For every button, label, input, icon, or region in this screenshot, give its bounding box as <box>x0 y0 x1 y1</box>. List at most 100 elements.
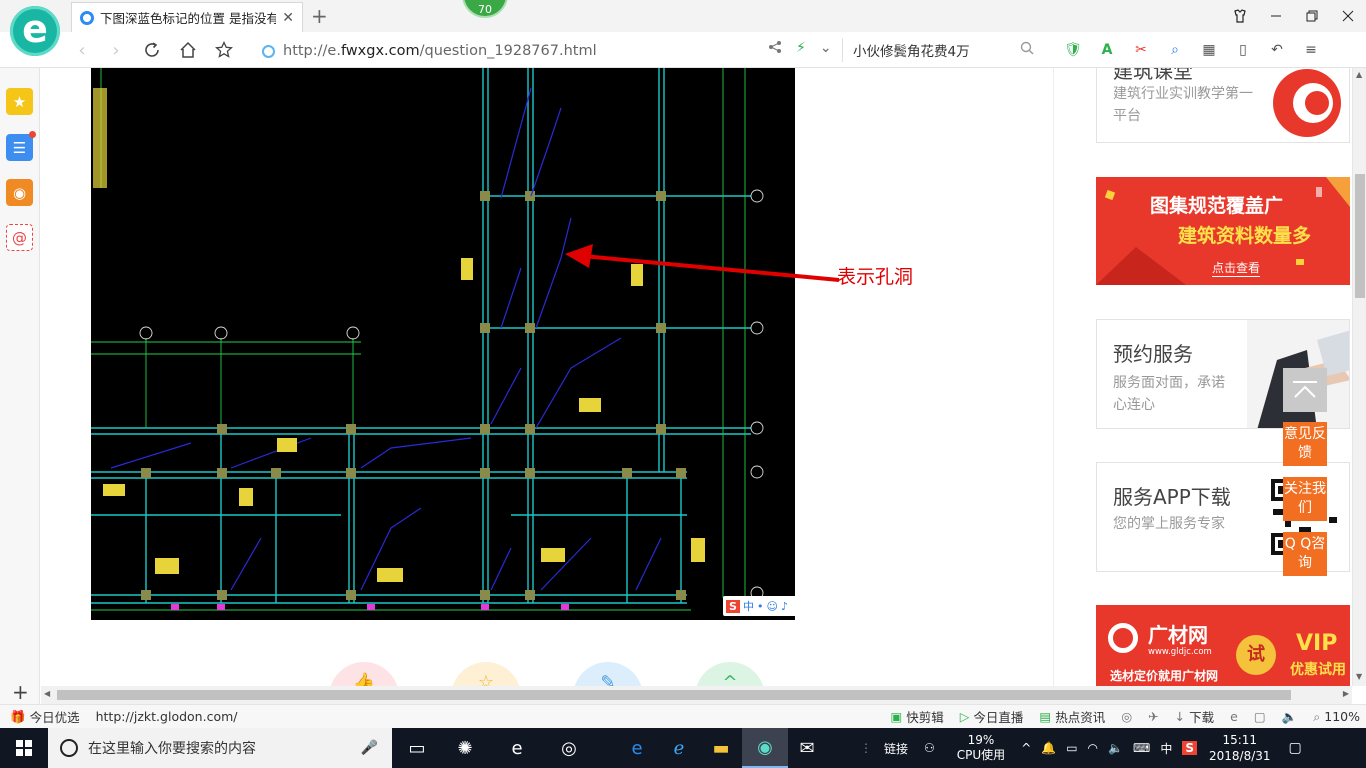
keyboard-icon[interactable]: ⌨ <box>1133 741 1150 755</box>
new-tab-button[interactable]: + <box>311 4 328 28</box>
collect-button[interactable]: ☆ <box>451 662 521 686</box>
like-button[interactable]: 👍 <box>329 662 399 686</box>
menu-icon[interactable]: ≡ <box>1300 39 1322 61</box>
ad-banner-standards[interactable]: 图集规范覆盖广 建筑资料数量多 点击查看 <box>1096 177 1350 285</box>
people-icon[interactable]: ⚇ <box>924 741 935 755</box>
task-view-icon[interactable]: ▭ <box>394 728 440 768</box>
horizontal-scrollbar[interactable]: ◀ ▶ <box>41 686 1352 704</box>
cpu-percent: 19% <box>967 733 995 747</box>
score-badge[interactable]: 70 <box>462 0 508 18</box>
share-button[interactable]: ^ <box>695 662 765 686</box>
search-input[interactable]: 小伙修鬓角花费4万 <box>842 38 1042 62</box>
apps-grid-icon[interactable]: ▦ <box>1198 39 1220 61</box>
wifi-icon[interactable]: ◠ <box>1088 741 1098 755</box>
today-picks[interactable]: 🎁 今日优选 <box>10 707 80 726</box>
add-sidebar-item-icon[interactable]: + <box>12 680 29 704</box>
edge-icon[interactable]: e <box>614 728 660 768</box>
zoom-control[interactable]: ⌕ 110% <box>1313 709 1360 725</box>
minimize-icon[interactable] <box>1258 0 1294 32</box>
action-center-icon[interactable]: ▢ <box>1289 740 1302 756</box>
address-bar[interactable]: http://e. fwxgx.com/question_1928767.html <box>262 40 762 62</box>
reading-list-icon[interactable]: ☰ <box>6 131 36 161</box>
forward-icon[interactable]: › <box>104 38 128 62</box>
download-label: 下载 <box>1189 710 1215 725</box>
tab-close-icon[interactable]: ✕ <box>282 10 294 26</box>
pin-icon[interactable]: ✈ <box>1148 709 1158 724</box>
cpu-usage[interactable]: 19% CPU使用 <box>957 733 1005 763</box>
file-explorer-icon[interactable]: ▬ <box>698 728 744 768</box>
vertical-scrollbar[interactable]: ▲ ▼ <box>1352 68 1366 686</box>
tab-favicon-icon <box>80 10 94 25</box>
360-browser-icon[interactable]: ◎ <box>546 728 592 768</box>
mail-app-icon[interactable]: ✉ <box>784 728 830 768</box>
ie-mode-icon[interactable]: e <box>1230 709 1238 724</box>
follow-us-button[interactable]: 关注我们 <box>1283 477 1327 521</box>
hot-news[interactable]: ▤ 热点资讯 <box>1039 707 1105 726</box>
horizontal-scroll-thumb[interactable] <box>57 690 1291 700</box>
translate-icon[interactable]: A <box>1096 39 1118 61</box>
mail-icon[interactable]: @ <box>6 224 33 251</box>
shield-yen-icon[interactable]: 🛡 <box>1062 39 1084 61</box>
banner-tagline: 选材定价就用广材网 <box>1110 669 1219 683</box>
speed-icon[interactable]: ◎ <box>1121 709 1132 724</box>
refresh-icon[interactable] <box>140 38 164 62</box>
quick-clip[interactable]: ▣ 快剪辑 <box>890 707 943 726</box>
find-icon[interactable]: ⌕ <box>1164 39 1186 61</box>
search-icon[interactable] <box>1020 41 1034 59</box>
download-manager[interactable]: ↓ 下载 <box>1175 707 1215 726</box>
sound-icon[interactable]: 🔈 <box>1282 709 1298 725</box>
banner-cta[interactable]: 点击查看 <box>1212 259 1261 277</box>
clock[interactable]: 15:11 2018/8/31 <box>1209 732 1271 764</box>
input-language[interactable]: 中 <box>1160 740 1172 757</box>
fullscreen-icon[interactable]: ▢ <box>1254 709 1266 724</box>
undo-icon[interactable]: ↶ <box>1266 39 1288 61</box>
back-icon[interactable]: ‹ <box>70 38 94 62</box>
favorites-star-icon[interactable]: ★ <box>6 88 33 115</box>
weibo-icon[interactable]: ◉ <box>6 179 33 206</box>
speed-mode-icon[interactable]: ⚡ <box>796 40 806 58</box>
browser-logo-icon[interactable]: e <box>10 6 60 56</box>
notification-bell-icon[interactable]: 🔔 <box>1041 741 1056 755</box>
sogou-tray-icon[interactable]: S <box>1182 741 1197 755</box>
links-toolbar[interactable]: 链接 <box>884 740 908 757</box>
today-live[interactable]: ▷ 今日直播 <box>960 707 1024 726</box>
edge-browser-icon[interactable]: e <box>494 728 540 768</box>
scroll-left-icon[interactable]: ◀ <box>44 689 50 698</box>
skin-icon[interactable] <box>1222 0 1258 32</box>
home-icon[interactable] <box>176 38 200 62</box>
internet-explorer-icon[interactable]: ℯ <box>656 728 702 768</box>
share-icon[interactable] <box>768 40 782 58</box>
close-window-icon[interactable] <box>1330 0 1366 32</box>
chevron-down-icon[interactable]: ⌄ <box>820 40 832 58</box>
red-arrow-icon <box>565 244 840 282</box>
back-to-top-button[interactable] <box>1283 368 1327 412</box>
clip-icon: ▣ <box>890 709 903 724</box>
windows-start-button[interactable] <box>0 728 48 768</box>
volume-icon[interactable]: 🔈 <box>1108 741 1123 755</box>
pinwheel-app-icon[interactable]: ✺ <box>442 728 488 768</box>
url-path: /question_1928767.html <box>419 43 597 59</box>
ad-banner-gldjc[interactable]: 广材网 www.gldjc.com 选材定价就用广材网 试 VIP 优惠试用 <box>1096 605 1350 686</box>
ad-card-training[interactable]: 建筑课堂 建筑行业实训教学第一平台 <box>1096 68 1350 143</box>
screenshot-scissors-icon[interactable]: ✂ <box>1130 39 1152 61</box>
edit-button[interactable]: ✎ <box>573 662 643 686</box>
mobile-icon[interactable]: ▯ <box>1232 39 1254 61</box>
scroll-right-icon[interactable]: ▶ <box>1343 689 1349 698</box>
favorite-star-icon[interactable] <box>212 38 236 62</box>
active-tab[interactable]: 下图深蓝色标记的位置 是指没有 ✕ <box>71 2 303 32</box>
browser-taskbar-icon[interactable]: ◉ <box>742 728 788 768</box>
ime-mode-label: 中 <box>743 600 754 613</box>
power-icon[interactable]: ▭ <box>1066 741 1077 755</box>
chevron-up-icon[interactable]: ^ <box>1021 741 1031 755</box>
maximize-icon[interactable] <box>1294 0 1330 32</box>
microphone-icon[interactable]: 🎤 <box>361 740 378 756</box>
scroll-down-icon[interactable]: ▼ <box>1356 672 1362 681</box>
taskbar-search-box[interactable]: 在这里输入你要搜索的内容 🎤 <box>48 728 392 768</box>
feedback-button[interactable]: 意见反馈 <box>1283 422 1327 466</box>
scroll-up-icon[interactable]: ▲ <box>1356 70 1362 79</box>
vertical-scroll-thumb[interactable] <box>1355 174 1365 298</box>
url-domain: fwxgx.com <box>340 43 420 59</box>
qq-consult-button[interactable]: Q Q咨询 <box>1283 532 1327 576</box>
banner-try-badge: 试 <box>1236 635 1276 675</box>
tray-scroll-icon[interactable]: ⋮ <box>860 741 872 755</box>
